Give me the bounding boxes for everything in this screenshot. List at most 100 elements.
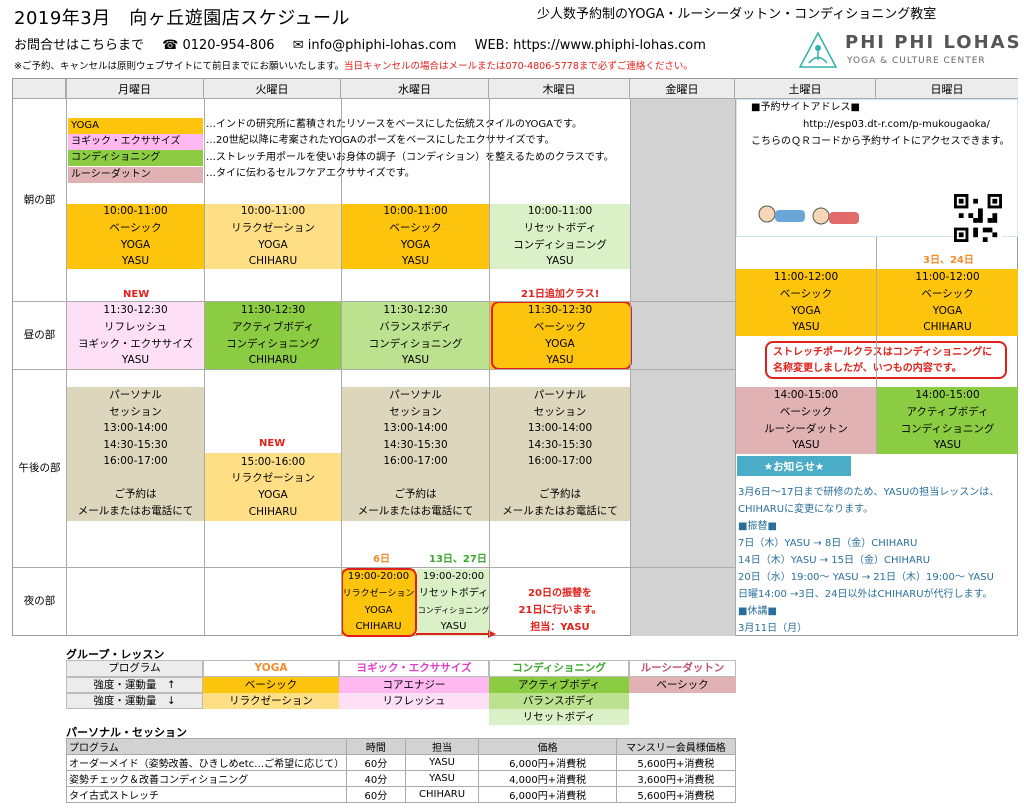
page-title: 2019年3月 向ヶ丘遊園店スケジュール	[14, 8, 350, 29]
class-name: ベーシック	[779, 405, 833, 418]
class-tue-morning[interactable]: 10:00-11:00 リラクゼーション YOGA CHIHARU	[205, 204, 341, 269]
class-instructor: CHIHARU	[248, 255, 298, 268]
site-url[interactable]: http://esp03.dt-r.com/p-mukougaoka/	[803, 117, 990, 134]
table-row: オーダーメイド（姿勢改善、ひきしめetc…ご希望に応じて） 60分 YASU 6,00…	[65, 754, 737, 771]
session-time: 16:00-17:00	[527, 455, 593, 468]
session-line: メールまたはお電話にて	[357, 504, 474, 517]
notice-line: 7日（木）YASU → 8日（金）CHIHARU	[738, 538, 918, 549]
col-member-price: マンスリー会員様価格	[615, 738, 737, 755]
phone-number[interactable]: ☎ 0120-954-806	[162, 38, 274, 53]
class-sun-afternoon[interactable]: 14:00-15:00 アクティブボディ コンディショニング YASU	[877, 387, 1018, 454]
site-desc: こちらのＱＲコードから予約サイトにアクセスできます。	[751, 136, 1010, 147]
class-time: 10:00-11:00	[240, 205, 306, 218]
class-instructor: YASU	[792, 439, 820, 452]
table-header-row: プログラム 時間 担当 価格 マンスリー会員様価格	[65, 738, 737, 755]
session-line: セッション	[533, 405, 587, 418]
class-instructor: YASU	[121, 255, 150, 268]
col-duration: 時間	[346, 738, 406, 755]
group-program-header: プログラム	[66, 660, 203, 677]
contact-bar: お問合せはこちらまで ☎ 0120-954-806 ✉ info@phiphi-…	[14, 34, 720, 53]
session-time: 13:00-14:00	[103, 422, 168, 435]
legend-tag-yogic: ヨギック・エクササイズ	[68, 134, 203, 150]
notice-line: CHIHARUに変更になります。	[738, 504, 874, 515]
class-type: コンディショニング	[417, 605, 490, 615]
class-name: ベーシック	[779, 287, 833, 300]
site-title: ■予約サイトアドレス■	[751, 102, 860, 113]
transfer-note: 20日の振替を 21日に行います。 担当：YASU	[491, 584, 629, 636]
class-time: 15:00-16:00	[240, 455, 306, 468]
personal-session-thu[interactable]: パーソナル セッション 13:00-14:00 14:30-15:30 16:00-17…	[490, 387, 630, 521]
logo-tagline: YOGA & CULTURE CENTER	[847, 56, 986, 66]
cell-duration: 60分	[346, 754, 406, 771]
personal-session-mon[interactable]: パーソナル セッション 13:00-14:00 14:30-15:30 16:00-17…	[67, 387, 204, 521]
class-type: YOGA	[258, 489, 288, 501]
class-instructor: CHIHARU	[248, 354, 298, 367]
cell-instructor: YASU	[404, 770, 480, 787]
group-yoga-basic: ベーシック	[203, 677, 339, 693]
notice-line: ■振替■	[738, 521, 777, 532]
cell-member-price: 5,600円+消費税	[615, 754, 737, 771]
transfer-line: 21日に行います。	[518, 604, 602, 616]
col-instructor: 担当	[404, 738, 480, 755]
class-instructor: YASU	[401, 354, 430, 367]
period-afternoon: 午後の部	[18, 461, 61, 474]
class-time: 11:00-12:00	[773, 271, 839, 284]
class-sat-afternoon[interactable]: 14:00-15:00 ベーシック ルーシーダットン YASU	[736, 387, 876, 454]
class-tue-afternoon[interactable]: 15:00-16:00 リラクゼーション YOGA CHIHARU	[205, 453, 341, 521]
session-time: 13:00-14:00	[383, 422, 448, 435]
legend-desc-conditioning: …ストレッチ用ポールを使いお身体の調子（コンディション）を整えるためのクラスです…	[206, 152, 614, 163]
group-col-rusi: ルーシーダットン	[629, 660, 736, 677]
class-wed-noon[interactable]: 11:30-12:30 バランスボディ コンディショニング YASU	[342, 302, 489, 369]
session-time: 13:00-14:00	[527, 422, 593, 435]
class-name: リフレッシュ	[104, 320, 167, 333]
schedule-grid: 月曜日 火曜日 水曜日 木曜日 金曜日 土曜日 日曜日 朝の部 昼の部 午後の部…	[12, 78, 1018, 638]
stretch-illustration-icon	[758, 205, 859, 225]
day-header-sun: 日曜日	[876, 79, 1018, 99]
class-name: アクティブボディ	[906, 405, 989, 418]
group-rusi-basic: ベーシック	[629, 677, 736, 693]
grid-line	[630, 99, 631, 636]
website-link[interactable]: WEB: https://www.phiphi-lohas.com	[475, 38, 706, 53]
class-type: YOGA	[791, 304, 821, 317]
legend-tag-yoga: YOGA	[68, 118, 203, 134]
legend-desc-yogic: …20世紀以降に考案されたYOGAのポーズをベースにしたエクササイズです。	[206, 135, 555, 146]
notice-line: 3月11日（月）	[738, 623, 808, 634]
class-sat-late-morning[interactable]: 11:00-12:00 ベーシック YOGA YASU	[736, 269, 876, 336]
email-address[interactable]: ✉ info@phiphi-lohas.com	[293, 38, 457, 53]
class-tue-noon[interactable]: 11:30-12:30 アクティブボディ コンディショニング CHIHARU	[205, 302, 341, 369]
class-name: リラクゼーション	[231, 472, 315, 485]
class-sun-late-morning[interactable]: 11:00-12:00 ベーシック YOGA CHIHARU	[877, 269, 1018, 336]
notice-line: 日曜14:00 →3日、24日以外はCHIHARUが代行します。	[738, 589, 993, 600]
class-type: コンディショニング	[513, 238, 607, 251]
cell-program: 姿勢チェック＆改善コンディショニング	[65, 770, 348, 787]
cell-duration: 60分	[346, 786, 406, 803]
class-type: YOGA	[120, 238, 151, 251]
page-subtitle: 少人数予約制のYOGA・ルーシーダットン・コンディショニング教室	[537, 7, 937, 22]
lotus-logo-icon	[798, 31, 838, 68]
class-instructor: YASU	[546, 255, 574, 268]
class-wed-morning[interactable]: 10:00-11:00 ベーシック YOGA YASU	[342, 204, 489, 269]
class-thu-evening[interactable]: 19:00-20:00 リセットボディ コンディショニング YASU	[417, 569, 490, 636]
grid-line	[204, 99, 205, 636]
class-mon-noon[interactable]: 11:30-12:30 リフレッシュ ヨギック・エクササイズ YASU	[67, 302, 204, 369]
cell-price: 4,000円+消費税	[478, 770, 617, 787]
reservation-site-box: ■予約サイトアドレス■ http://esp03.dt-r.com/p-muko…	[736, 99, 1018, 242]
group-yogic-core: コアエナジー	[339, 677, 489, 693]
session-line: パーソナル	[109, 389, 162, 401]
class-time: 10:00-11:00	[383, 205, 448, 218]
class-instructor: YASU	[933, 439, 962, 452]
class-instructor: YASU	[792, 321, 820, 334]
cell-instructor: YASU	[404, 754, 480, 771]
cell-duration: 40分	[346, 770, 406, 787]
session-time: 14:30-15:30	[103, 438, 168, 451]
class-thu-morning[interactable]: 10:00-11:00 リセットボディ コンディショニング YASU	[490, 204, 630, 269]
friday-column	[630, 99, 735, 636]
col-program: プログラム	[65, 738, 348, 755]
qr-code-icon[interactable]	[953, 194, 1003, 242]
class-time: 10:00-11:00	[527, 205, 593, 218]
class-mon-morning[interactable]: 10:00-11:00 ベーシック YOGA YASU	[67, 204, 204, 269]
class-name: ベーシック	[921, 287, 974, 300]
grid-line	[876, 237, 877, 454]
personal-session-wed[interactable]: パーソナル セッション 13:00-14:00 14:30-15:30 16:00-17…	[342, 387, 489, 521]
group-cond-reset: リセットボディ	[489, 709, 629, 725]
